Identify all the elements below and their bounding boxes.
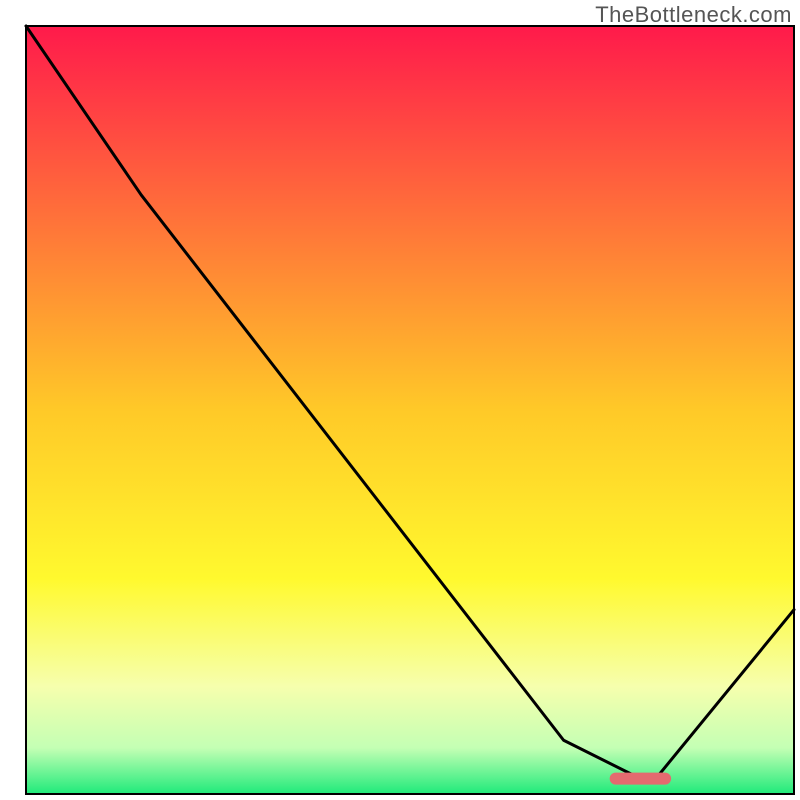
plot-background <box>26 26 794 794</box>
bottleneck-plot <box>0 0 800 800</box>
optimal-range-marker <box>610 773 671 785</box>
chart-frame: TheBottleneck.com <box>0 0 800 800</box>
